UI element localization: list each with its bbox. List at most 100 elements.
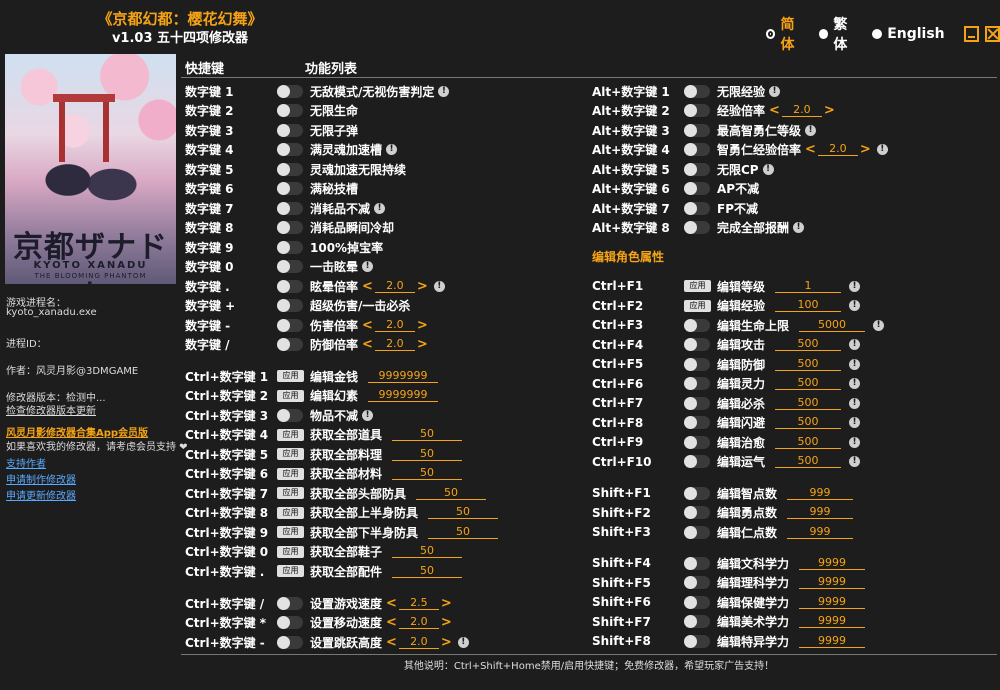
radio-icon[interactable] [819,29,829,39]
radio-icon[interactable] [872,29,883,39]
toggle-switch[interactable] [277,240,303,254]
toggle-switch[interactable] [684,416,710,429]
value-input[interactable]: 50 [392,467,463,480]
support-author-link[interactable]: 支持作者 [6,455,46,470]
value-input[interactable]: 2.0 [374,338,415,351]
toggle-switch[interactable] [684,104,710,117]
toggle-switch[interactable] [277,182,303,195]
info-icon[interactable]: ! [769,85,781,97]
value-input[interactable]: 999 [787,525,854,539]
increase-arrow-icon[interactable]: > [441,596,452,611]
request-update-link[interactable]: 申请更新修改器 [6,487,76,502]
value-input[interactable]: 2.5 [398,596,439,610]
value-input[interactable]: 999 [787,486,854,500]
value-input[interactable]: 500 [775,455,842,468]
apply-button[interactable]: 应用 [277,428,304,441]
toggle-switch[interactable] [277,338,303,351]
toggle-switch[interactable] [684,486,710,500]
increase-arrow-icon[interactable]: > [824,103,835,118]
info-icon[interactable]: ! [849,378,861,389]
toggle-switch[interactable] [684,576,710,589]
toggle-switch[interactable] [684,455,710,468]
toggle-switch[interactable] [277,260,303,273]
info-icon[interactable]: ! [849,339,861,350]
value-input[interactable]: 500 [775,338,842,351]
value-input[interactable]: 2.0 [398,616,439,629]
toggle-switch[interactable] [684,396,710,410]
value-input[interactable]: 2.0 [398,635,439,649]
info-icon[interactable]: ! [362,409,374,421]
decrease-arrow-icon[interactable]: < [362,318,373,333]
minimize-icon[interactable] [963,26,979,42]
value-input[interactable]: 50 [392,545,463,558]
toggle-switch[interactable] [277,162,303,176]
decrease-arrow-icon[interactable]: < [386,615,397,630]
value-input[interactable]: 9999999 [368,389,439,402]
info-icon[interactable]: ! [374,202,386,214]
toggle-switch[interactable] [684,595,710,609]
value-input[interactable]: 5000 [799,318,866,332]
info-icon[interactable]: ! [386,144,398,155]
apply-button[interactable]: 应用 [277,370,304,382]
toggle-switch[interactable] [684,162,710,176]
increase-arrow-icon[interactable]: > [417,337,428,352]
apply-button[interactable]: 应用 [277,448,304,460]
info-icon[interactable]: ! [849,358,861,370]
value-input[interactable]: 9999 [799,634,866,648]
value-input[interactable]: 2.0 [374,279,415,293]
close-icon[interactable] [984,26,1000,42]
info-icon[interactable]: ! [793,222,805,233]
toggle-switch[interactable] [277,84,303,98]
toggle-switch[interactable] [684,338,710,351]
info-icon[interactable]: ! [362,261,374,272]
apply-button[interactable]: 应用 [277,565,304,577]
apply-button[interactable]: 应用 [277,526,304,538]
value-input[interactable]: 9999 [799,595,866,609]
toggle-switch[interactable] [277,221,303,234]
decrease-arrow-icon[interactable]: < [769,103,780,118]
info-icon[interactable]: ! [438,85,450,97]
toggle-switch[interactable] [684,506,710,519]
lang-option-english[interactable]: English [872,26,945,42]
toggle-switch[interactable] [277,318,303,332]
lang-option-simplified[interactable]: 简体 [766,14,806,54]
toggle-switch[interactable] [684,182,710,195]
decrease-arrow-icon[interactable]: < [386,596,397,611]
info-icon[interactable]: ! [849,300,861,311]
decrease-arrow-icon[interactable]: < [386,635,397,650]
membership-link[interactable]: 风灵月影修改器合集App会员版 [6,424,148,439]
info-icon[interactable]: ! [433,280,445,292]
value-input[interactable]: 500 [775,416,842,429]
toggle-switch[interactable] [277,123,303,137]
increase-arrow-icon[interactable]: > [860,142,871,157]
apply-button[interactable]: 应用 [277,467,304,480]
toggle-switch[interactable] [684,615,710,628]
increase-arrow-icon[interactable]: > [417,318,428,333]
info-icon[interactable]: ! [849,417,861,428]
info-icon[interactable]: ! [849,456,861,467]
info-icon[interactable]: ! [849,436,861,448]
value-input[interactable]: 2.0 [817,143,858,156]
value-input[interactable]: 1 [775,279,842,293]
toggle-switch[interactable] [277,596,303,610]
toggle-switch[interactable] [684,201,710,215]
toggle-switch[interactable] [277,299,303,312]
value-input[interactable]: 2.0 [374,318,415,332]
value-input[interactable]: 500 [775,435,842,449]
value-input[interactable]: 50 [392,447,463,461]
radio-selected-icon[interactable] [766,29,776,39]
toggle-switch[interactable] [684,318,710,332]
value-input[interactable]: 999 [787,506,854,519]
toggle-switch[interactable] [684,634,710,648]
value-input[interactable]: 9999 [799,576,866,589]
increase-arrow-icon[interactable]: > [441,615,452,630]
info-icon[interactable]: ! [849,280,861,292]
apply-button[interactable]: 应用 [277,506,304,519]
apply-button[interactable]: 应用 [684,280,711,292]
value-input[interactable]: 500 [775,377,842,390]
toggle-switch[interactable] [684,357,710,371]
toggle-switch[interactable] [684,525,710,539]
toggle-switch[interactable] [684,84,710,98]
info-icon[interactable]: ! [849,397,861,409]
value-input[interactable]: 50 [392,564,463,578]
